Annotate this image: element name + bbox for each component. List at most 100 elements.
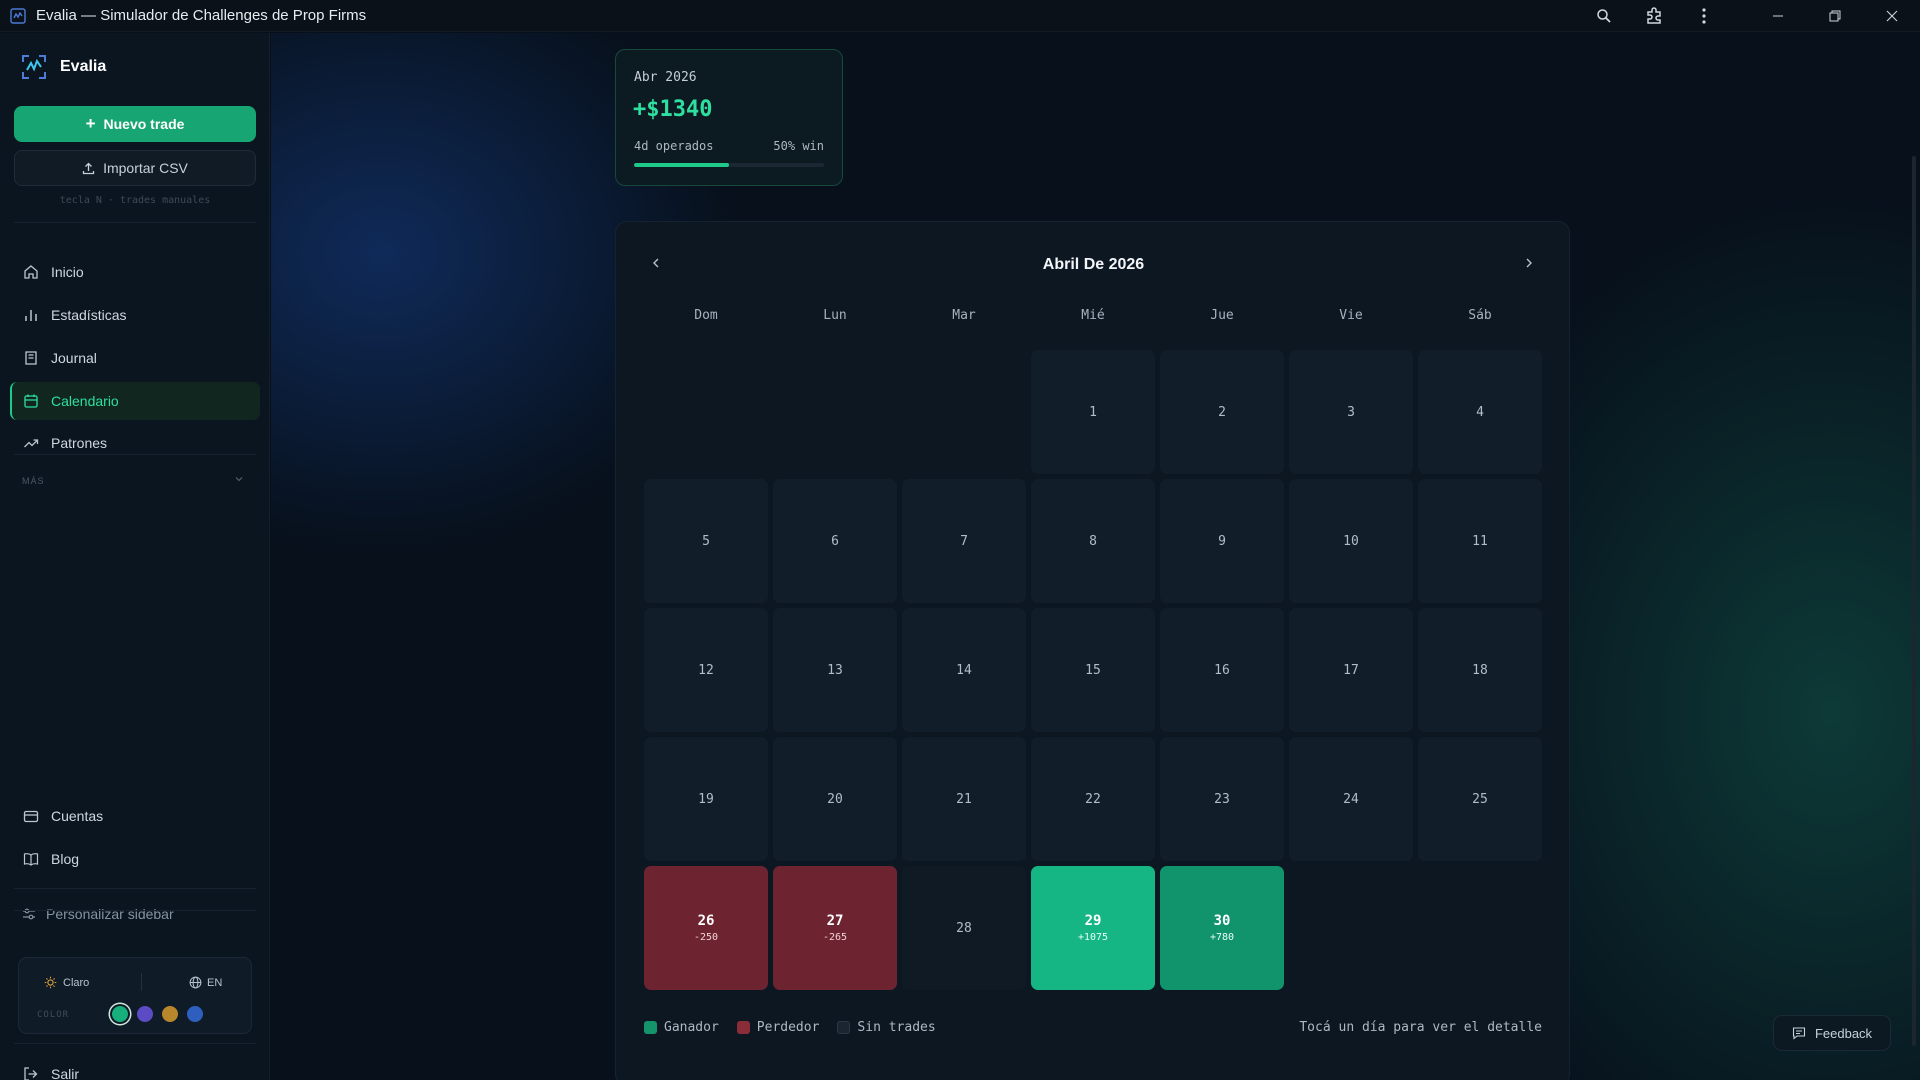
summary-winrate: 50% win <box>773 139 824 153</box>
calendar-day-26[interactable]: 26 -250 <box>644 866 768 990</box>
more-vert-icon[interactable] <box>1679 0 1729 32</box>
calendar-day-14[interactable]: 14 <box>902 608 1026 732</box>
color-swatch[interactable] <box>137 1006 153 1022</box>
calendar-day-2[interactable]: 2 <box>1160 350 1284 474</box>
bar-chart-icon <box>25 310 37 321</box>
weekday-label: Jue <box>1210 308 1234 323</box>
app-icon <box>10 7 26 24</box>
brand-name: Evalia <box>60 58 107 75</box>
day-number: 27 <box>826 913 844 929</box>
day-pnl: -265 <box>822 932 848 943</box>
sidebar-item-label: Inicio <box>51 264 84 280</box>
sidebar-item-calendario[interactable]: Calendario <box>10 382 260 420</box>
calendar-day-24[interactable]: 24 <box>1289 737 1413 861</box>
search-icon[interactable] <box>1579 0 1629 32</box>
day-pnl: +780 <box>1209 932 1235 943</box>
day-number: 22 <box>1085 791 1101 807</box>
winrate-bar <box>634 163 824 167</box>
calendar-day-23[interactable]: 23 <box>1160 737 1284 861</box>
day-number: 4 <box>1476 404 1484 420</box>
weekday-label: Vie <box>1339 308 1363 323</box>
calendar-day-27[interactable]: 27 -265 <box>773 866 897 990</box>
divider <box>14 222 256 223</box>
sidebar-item-label: Cuentas <box>51 808 104 824</box>
main-content: Abr 2026 +$1340 4d operados 50% win Abri… <box>271 33 1920 1080</box>
sidebar-item-journal[interactable]: Journal <box>10 339 260 377</box>
summary-days-traded: 4d operados <box>634 139 714 153</box>
calendar-day-21[interactable]: 21 <box>902 737 1026 861</box>
calendar-day-12[interactable]: 12 <box>644 608 768 732</box>
import-csv-button[interactable]: Importar CSV <box>14 150 256 186</box>
day-number: 2 <box>1218 404 1226 420</box>
title-bar: Evalia — Simulador de Challenges de Prop… <box>0 0 1920 32</box>
plus-icon: + <box>85 114 96 133</box>
calendar-day-7[interactable]: 7 <box>902 479 1026 603</box>
day-number: 6 <box>831 533 839 549</box>
color-swatch[interactable] <box>112 1006 128 1022</box>
calendar-icon <box>24 394 38 408</box>
day-number: 29 <box>1084 913 1102 929</box>
day-number: 18 <box>1472 662 1488 678</box>
day-number: 8 <box>1089 533 1097 549</box>
calendar-day-11[interactable]: 11 <box>1418 479 1542 603</box>
calendar-day-5[interactable]: 5 <box>644 479 768 603</box>
sidebar-item-estadisticas[interactable]: Estadísticas <box>10 296 260 334</box>
sidebar-item-cuentas[interactable]: Cuentas <box>10 797 260 835</box>
customize-sidebar-button[interactable]: Personalizar sidebar <box>22 906 174 922</box>
calendar-day-20[interactable]: 20 <box>773 737 897 861</box>
logout-icon <box>24 1067 38 1080</box>
logout-button[interactable]: Salir <box>23 1066 79 1080</box>
sidebar-item-patrones[interactable]: Patrones <box>10 424 260 462</box>
calendar-day-17[interactable]: 17 <box>1289 608 1413 732</box>
calendar-title: Abril De 2026 <box>1042 256 1145 273</box>
language-toggle[interactable]: EN <box>189 976 222 989</box>
calendar-day-9[interactable]: 9 <box>1160 479 1284 603</box>
calendar-day-28[interactable]: 28 <box>902 866 1026 990</box>
legend-label: Sin trades <box>857 1020 936 1035</box>
chevron-down-icon[interactable] <box>234 474 244 484</box>
chevron-right-icon[interactable] <box>1523 257 1535 269</box>
calendar-day-1[interactable]: 1 <box>1031 350 1155 474</box>
calendar-day-30[interactable]: 30 +780 <box>1160 866 1284 990</box>
color-swatch[interactable] <box>187 1006 203 1022</box>
weekday-label: Mar <box>952 308 976 323</box>
globe-icon <box>189 976 202 989</box>
calendar-day-10[interactable]: 10 <box>1289 479 1413 603</box>
minimize-icon[interactable] <box>1749 0 1806 32</box>
calendar-day-29[interactable]: 29 +1075 <box>1031 866 1155 990</box>
more-section-label[interactable]: MÁS <box>22 476 45 486</box>
calendar-day-8[interactable]: 8 <box>1031 479 1155 603</box>
calendar-day-19[interactable]: 19 <box>644 737 768 861</box>
theme-mode-label: Claro <box>63 976 90 989</box>
calendar-day-13[interactable]: 13 <box>773 608 897 732</box>
trending-icon <box>24 439 39 448</box>
logo-icon <box>22 55 46 79</box>
feedback-button[interactable]: Feedback <box>1773 1015 1891 1051</box>
summary-pnl: +$1340 <box>633 97 713 122</box>
theme-mode-toggle[interactable]: Claro <box>44 976 89 989</box>
calendar-day-16[interactable]: 16 <box>1160 608 1284 732</box>
calendar-day-4[interactable]: 4 <box>1418 350 1542 474</box>
scrollbar[interactable] <box>1912 156 1916 1046</box>
calendar-day-22[interactable]: 22 <box>1031 737 1155 861</box>
book-icon <box>25 351 37 365</box>
sidebar-item-inicio[interactable]: Inicio <box>10 253 260 291</box>
calendar-day-18[interactable]: 18 <box>1418 608 1542 732</box>
legend-item-sin-trades: Sin trades <box>837 1020 936 1035</box>
restore-icon[interactable] <box>1806 0 1863 32</box>
day-number: 13 <box>827 662 843 678</box>
calendar-day-15[interactable]: 15 <box>1031 608 1155 732</box>
calendar-day-3[interactable]: 3 <box>1289 350 1413 474</box>
shortcut-hint: tecla N · trades manuales <box>59 195 211 206</box>
brand[interactable]: Evalia <box>20 53 106 81</box>
extensions-icon[interactable] <box>1629 0 1679 32</box>
color-swatch[interactable] <box>162 1006 178 1022</box>
sidebar-item-blog[interactable]: Blog <box>10 840 260 878</box>
close-icon[interactable] <box>1863 0 1920 32</box>
new-trade-button[interactable]: + Nuevo trade <box>14 106 256 142</box>
calendar-card: Abril De 2026 Dom Lun Mar Mié Jue Vie Sáb 1234… <box>615 221 1570 1080</box>
sidebar-item-label: Journal <box>51 350 97 366</box>
color-label: COLOR <box>37 1010 70 1020</box>
calendar-day-25[interactable]: 25 <box>1418 737 1542 861</box>
calendar-day-6[interactable]: 6 <box>773 479 897 603</box>
